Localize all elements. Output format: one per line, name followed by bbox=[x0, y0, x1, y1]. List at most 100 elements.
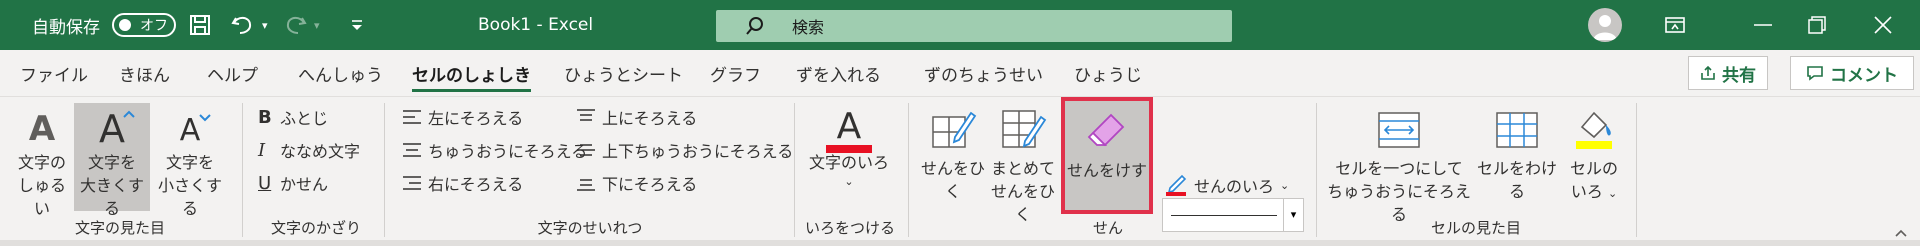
bold-button[interactable]: B ふとじ bbox=[258, 105, 328, 129]
bold-label: ふとじ bbox=[280, 109, 329, 128]
line-color-icon bbox=[1166, 174, 1187, 196]
customize-qat-icon[interactable] bbox=[350, 0, 364, 50]
italic-button[interactable]: I ななめ文字 bbox=[258, 138, 360, 162]
toggle-knob bbox=[119, 19, 131, 31]
comment-label: コメント bbox=[1830, 65, 1898, 86]
close-icon[interactable] bbox=[1874, 0, 1892, 50]
account-avatar[interactable] bbox=[1588, 8, 1622, 42]
eraser-icon bbox=[1087, 113, 1125, 147]
line-color-label: せんのいろ bbox=[1194, 177, 1275, 196]
shrink-label-2: 小さくする bbox=[157, 176, 222, 218]
ribbon-display-options-icon[interactable] bbox=[1664, 0, 1686, 50]
ribbon-tabs: ファイル きほん ヘルプ へんしゅう セルのしょしき ひょうとシート グラフ ず… bbox=[0, 50, 1920, 96]
merge-center-label-1: セルを一つにして bbox=[1335, 159, 1463, 178]
draw-border-label: せんをひく bbox=[920, 159, 985, 201]
font-type-button[interactable]: A 文字の しゅるい bbox=[14, 107, 70, 220]
align-top-button[interactable]: 上にそろえる bbox=[576, 105, 697, 129]
line-color-button[interactable]: せんのいろ ⌄ bbox=[1164, 173, 1289, 197]
align-bottom-button[interactable]: 下にそろえる bbox=[576, 171, 697, 195]
align-bottom-icon bbox=[577, 179, 595, 191]
share-icon bbox=[1701, 65, 1715, 80]
comment-icon bbox=[1807, 66, 1823, 81]
erase-border-button[interactable]: せんをけす bbox=[1064, 107, 1150, 185]
tab-cell-format[interactable]: セルのしょしき bbox=[412, 50, 531, 96]
align-top-label: 上にそろえる bbox=[602, 109, 698, 128]
save-icon[interactable] bbox=[188, 0, 212, 50]
line-style-preview bbox=[1171, 215, 1277, 216]
redo-dropdown-icon[interactable]: ▾ bbox=[314, 0, 320, 50]
fill-color-label-1: セルの bbox=[1569, 159, 1618, 178]
align-left-icon bbox=[403, 110, 421, 124]
italic-label: ななめ文字 bbox=[280, 142, 361, 161]
group-label-color: いろをつける bbox=[804, 219, 895, 237]
line-style-chevron-icon[interactable]: ▾ bbox=[1283, 199, 1303, 231]
tab-chart[interactable]: グラフ bbox=[710, 50, 761, 96]
enlarge-label-2: 大きくする bbox=[79, 176, 144, 218]
minimize-icon[interactable] bbox=[1754, 0, 1772, 50]
bottom-edge bbox=[0, 240, 1920, 246]
underline-icon: U bbox=[258, 172, 272, 194]
fill-color-chevron-icon[interactable]: ⌄ bbox=[1608, 187, 1617, 200]
underline-label: かせん bbox=[280, 175, 329, 194]
draw-border-grid-button[interactable]: まとめて せんをひく bbox=[990, 107, 1056, 226]
tab-edit[interactable]: へんしゅう bbox=[298, 50, 383, 96]
autosave-label: 自動保存 bbox=[32, 17, 100, 38]
align-middle-button[interactable]: 上下ちゅうおうにそろえる bbox=[576, 138, 793, 162]
separator bbox=[1316, 103, 1317, 237]
tab-figure-adjust[interactable]: ずのちょうせい bbox=[924, 50, 1043, 96]
restore-icon[interactable] bbox=[1808, 0, 1826, 50]
undo-dropdown-icon[interactable]: ▾ bbox=[262, 0, 268, 50]
enlarge-text-button[interactable]: A 文字を 大きくする bbox=[74, 107, 150, 220]
merge-center-button[interactable]: セルを一つにして ちゅうおうにそろえる bbox=[1326, 107, 1472, 226]
tab-file[interactable]: ファイル bbox=[20, 50, 88, 96]
align-right-button[interactable]: 右にそろえる bbox=[402, 171, 523, 195]
align-right-icon bbox=[403, 176, 421, 190]
font-color-button[interactable]: A 文字のいろ ⌄ bbox=[804, 107, 894, 190]
erase-border-label: せんをけす bbox=[1066, 161, 1147, 180]
italic-icon: I bbox=[258, 139, 266, 161]
share-button[interactable]: 共有 bbox=[1688, 56, 1768, 90]
tab-insert-figure[interactable]: ずを入れる bbox=[796, 50, 881, 96]
search-placeholder: 検索 bbox=[792, 18, 825, 37]
tab-table-sheet[interactable]: ひょうとシート bbox=[564, 50, 683, 96]
window-title: Book1 - Excel bbox=[478, 15, 594, 35]
align-right-label: 右にそろえる bbox=[428, 175, 524, 194]
split-cells-icon bbox=[1496, 112, 1538, 148]
search-icon bbox=[744, 15, 766, 37]
split-cells-button[interactable]: セルをわける bbox=[1470, 107, 1564, 203]
group-label-decoration: 文字のかざり bbox=[270, 219, 361, 237]
group-label-alignment: 文字のせいれつ bbox=[537, 219, 643, 237]
search-box[interactable]: 検索 bbox=[716, 10, 1232, 42]
draw-border-icon bbox=[932, 111, 977, 148]
align-center-label: ちゅうおうにそろえる bbox=[428, 142, 588, 161]
merge-center-icon bbox=[1378, 112, 1420, 148]
autosave-toggle-wrap[interactable]: オフ bbox=[112, 0, 176, 50]
line-style-dropdown[interactable]: ▾ bbox=[1162, 198, 1304, 232]
redo-icon[interactable] bbox=[282, 0, 308, 50]
separator bbox=[242, 103, 243, 237]
align-left-button[interactable]: 左にそろえる bbox=[402, 105, 523, 129]
draw-border-grid-label-2: せんをひく bbox=[990, 182, 1055, 224]
tab-home[interactable]: きほん bbox=[119, 50, 170, 96]
draw-border-button[interactable]: せんをひく bbox=[916, 107, 990, 203]
font-color-dropdown-icon[interactable]: ⌄ bbox=[804, 174, 894, 190]
underline-button[interactable]: U かせん bbox=[258, 171, 328, 195]
enlarge-label-1: 文字を bbox=[87, 153, 136, 172]
autosave-toggle[interactable]: オフ bbox=[112, 13, 176, 37]
shrink-text-button[interactable]: A 文字を 小さくする bbox=[152, 107, 228, 220]
enlarge-icon: A bbox=[74, 107, 150, 151]
undo-icon[interactable] bbox=[230, 0, 256, 50]
align-center-button[interactable]: ちゅうおうにそろえる bbox=[402, 138, 587, 162]
comment-button[interactable]: コメント bbox=[1790, 56, 1914, 90]
align-center-icon bbox=[403, 143, 421, 157]
fill-color-button[interactable]: セルの いろ ⌄ bbox=[1566, 107, 1622, 205]
tab-help[interactable]: ヘルプ bbox=[207, 50, 258, 96]
font-color-bar bbox=[826, 145, 872, 153]
line-color-chevron-icon[interactable]: ⌄ bbox=[1280, 179, 1289, 192]
group-label-cell-appearance: セルの見た目 bbox=[1430, 219, 1521, 237]
separator bbox=[794, 103, 795, 237]
group-label-lines: せん bbox=[1092, 219, 1123, 237]
bold-icon: B bbox=[258, 106, 272, 128]
tab-view[interactable]: ひょうじ bbox=[1074, 50, 1142, 96]
paint-bucket-icon bbox=[1576, 111, 1612, 149]
